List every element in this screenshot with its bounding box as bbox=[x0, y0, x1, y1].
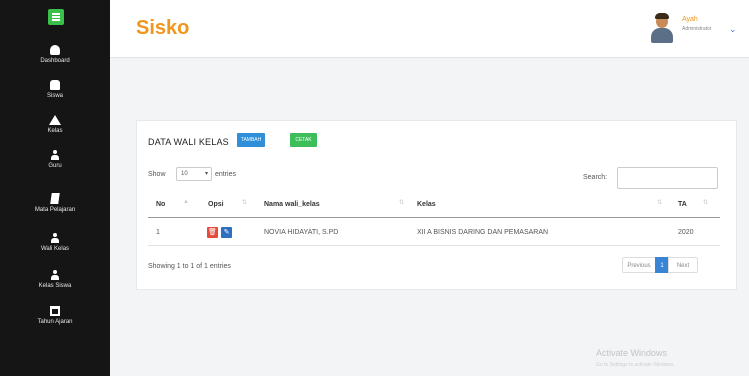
sort-icon[interactable]: ⇅ bbox=[703, 199, 708, 206]
sidebar-item-wali-kelas[interactable]: Wali Kelas bbox=[0, 233, 110, 252]
entries-label: entries bbox=[215, 171, 237, 178]
activate-windows-subtitle: Go to Settings to activate Windows. bbox=[596, 362, 675, 368]
cell-ta: 2020 bbox=[678, 229, 694, 236]
sidebar-item-label: Kelas Siswa bbox=[38, 283, 72, 289]
user-icon bbox=[51, 270, 59, 280]
sidebar-item-kelas-siswa[interactable]: Kelas Siswa bbox=[0, 270, 110, 289]
brand-title[interactable]: Sisko bbox=[136, 17, 189, 40]
menu-toggle-icon[interactable] bbox=[48, 9, 64, 25]
search-label: Search: bbox=[583, 174, 608, 181]
users-icon bbox=[50, 80, 60, 90]
column-header-nama[interactable]: Nama wali_kelas bbox=[264, 201, 320, 208]
page-1-button[interactable]: 1 bbox=[655, 257, 669, 273]
sidebar-item-label: Kelas bbox=[47, 128, 63, 134]
search-input[interactable] bbox=[617, 167, 718, 189]
dashboard-icon bbox=[50, 45, 60, 55]
sidebar-item-dashboard[interactable]: Dashboard bbox=[0, 45, 110, 64]
cell-nama: NOVIA HIDAYATI, S.PD bbox=[264, 229, 339, 236]
data-wali-kelas-card: DATA WALI KELAS TAMBAH CETAK Show 10 ▾ e… bbox=[136, 120, 737, 290]
home-icon bbox=[49, 115, 61, 125]
sidebar-item-label: Dashboard bbox=[40, 58, 70, 64]
sidebar-item-label: Tahun Ajaran bbox=[37, 319, 73, 325]
column-header-ta[interactable]: TA bbox=[678, 201, 687, 208]
cell-no: 1 bbox=[156, 229, 160, 236]
entries-select[interactable]: 10 ▾ bbox=[176, 167, 212, 181]
user-role: Administrator bbox=[682, 26, 712, 32]
sidebar-item-label: Wali Kelas bbox=[40, 246, 70, 252]
sidebar-item-label: Siswa bbox=[46, 93, 63, 99]
sidebar-item-label: Mata Pelajaran bbox=[34, 207, 76, 213]
table-row-divider bbox=[148, 245, 720, 246]
sort-icon[interactable]: ⇅ bbox=[399, 199, 404, 206]
column-header-kelas[interactable]: Kelas bbox=[417, 201, 436, 208]
calendar-icon bbox=[50, 306, 60, 316]
sidebar-item-tahun-ajaran[interactable]: Tahun Ajaran bbox=[0, 306, 110, 325]
activate-windows-title: Activate Windows bbox=[596, 348, 668, 358]
topbar: Sisko Ayah Administrator ⌄ bbox=[110, 0, 749, 58]
previous-button[interactable]: Previous bbox=[622, 257, 656, 273]
user-icon bbox=[51, 150, 59, 160]
sort-icon[interactable]: ⇅ bbox=[657, 199, 662, 206]
table-info: Showing 1 to 1 of 1 entries bbox=[148, 263, 231, 270]
next-button[interactable]: Next bbox=[668, 257, 698, 273]
avatar[interactable] bbox=[649, 13, 675, 43]
tambah-button[interactable]: TAMBAH bbox=[237, 133, 265, 147]
show-label: Show bbox=[148, 171, 166, 178]
sidebar-item-mata-pelajaran[interactable]: Mata Pelajaran bbox=[0, 193, 110, 213]
user-icon bbox=[51, 233, 59, 243]
cetak-button[interactable]: CETAK bbox=[290, 133, 317, 147]
sidebar-item-guru[interactable]: Guru bbox=[0, 150, 110, 169]
sort-icon[interactable]: ⇅ bbox=[242, 199, 247, 206]
cell-kelas: XII A BISNIS DARING DAN PEMASARAN bbox=[417, 229, 549, 236]
chevron-down-icon: ▾ bbox=[204, 171, 208, 177]
sidebar-item-kelas[interactable]: Kelas bbox=[0, 115, 110, 134]
delete-icon[interactable]: 🗑 bbox=[207, 227, 218, 238]
sidebar-item-siswa[interactable]: Siswa bbox=[0, 80, 110, 99]
chevron-down-icon[interactable]: ⌄ bbox=[729, 24, 737, 35]
column-header-no[interactable]: No bbox=[156, 201, 165, 208]
entries-select-value: 10 bbox=[181, 171, 188, 177]
user-name[interactable]: Ayah bbox=[682, 16, 698, 23]
edit-icon[interactable]: ✎ bbox=[221, 227, 232, 238]
table-header-divider bbox=[148, 217, 720, 218]
sort-icon[interactable]: ▲ bbox=[183, 199, 189, 205]
card-title: DATA WALI KELAS bbox=[148, 137, 229, 147]
sidebar: Dashboard Siswa Kelas Guru Mata Pelajara… bbox=[0, 0, 110, 376]
book-icon bbox=[50, 193, 60, 204]
sidebar-item-label: Guru bbox=[48, 163, 62, 169]
column-header-opsi[interactable]: Opsi bbox=[208, 201, 224, 208]
